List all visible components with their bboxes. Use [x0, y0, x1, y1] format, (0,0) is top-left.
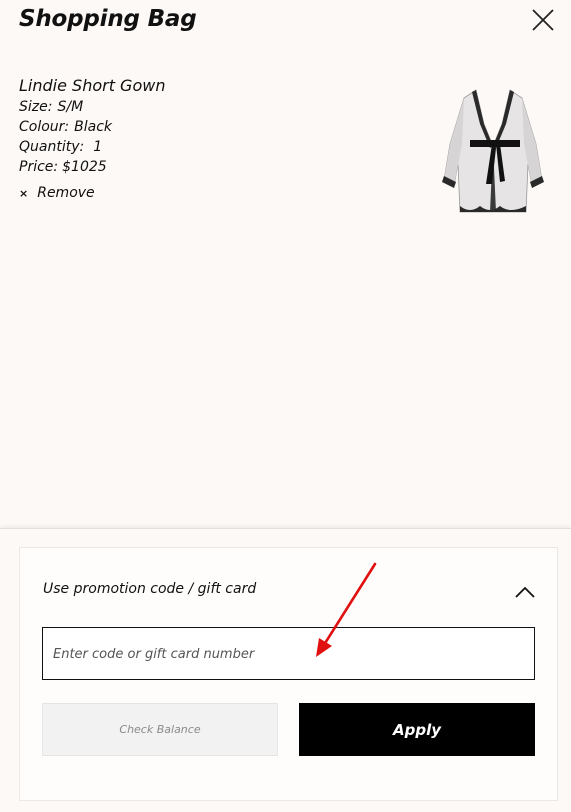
product-image[interactable] [440, 84, 546, 218]
remove-label: Remove [37, 185, 95, 201]
checkout-panel: Use promotion code / gift card Check Bal… [0, 528, 571, 812]
product-colour: Colour: Black [19, 119, 112, 135]
size-value: S/M [57, 99, 84, 115]
quantity-value: 1 [93, 139, 103, 155]
price-value: $1025 [62, 159, 107, 175]
product-size: Size: S/M [19, 99, 83, 115]
remove-item-button[interactable]: × Remove [19, 185, 95, 201]
product-quantity: Quantity: 1 [19, 139, 102, 155]
price-label: Price: [19, 159, 59, 175]
promo-code-input[interactable] [42, 627, 535, 680]
product-price: Price: $1025 [19, 159, 107, 175]
product-name[interactable]: Lindie Short Gown [19, 76, 165, 95]
quantity-label: Quantity: [19, 139, 85, 155]
remove-icon: × [19, 186, 29, 200]
promo-code-section: Use promotion code / gift card Check Bal… [19, 547, 558, 801]
chevron-up-icon[interactable] [514, 584, 536, 598]
colour-label: Colour: [19, 119, 70, 135]
size-label: Size: [19, 99, 53, 115]
colour-value: Black [74, 119, 113, 135]
promo-code-toggle-label[interactable]: Use promotion code / gift card [43, 581, 256, 597]
apply-button[interactable]: Apply [299, 703, 535, 756]
close-icon[interactable] [529, 6, 557, 34]
page-title: Shopping Bag [19, 6, 197, 32]
check-balance-button[interactable]: Check Balance [42, 703, 278, 756]
